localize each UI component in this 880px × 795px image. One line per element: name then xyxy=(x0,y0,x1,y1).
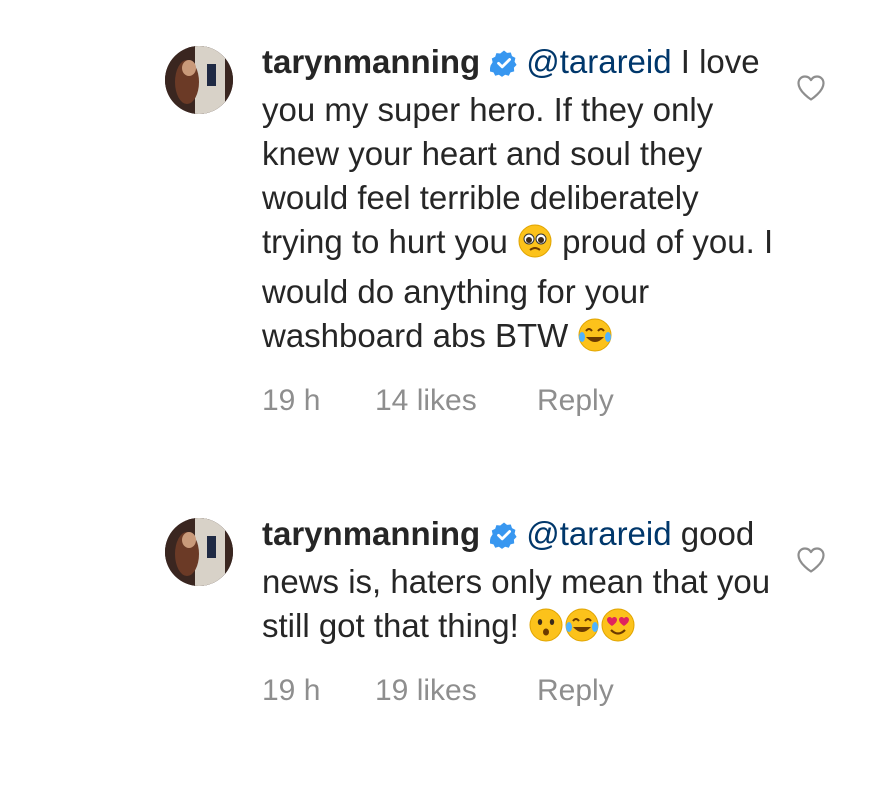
pleading-face-emoji-icon xyxy=(517,223,553,270)
likes-count-link[interactable]: 14 likes xyxy=(375,384,537,418)
tears-of-joy-emoji-icon xyxy=(577,317,613,364)
heart-like-icon[interactable] xyxy=(796,74,826,107)
likes-count-link[interactable]: 19 likes xyxy=(375,674,537,708)
mention-link[interactable]: @tarareid xyxy=(526,43,671,80)
tears-of-joy-emoji-icon xyxy=(564,607,600,654)
username[interactable]: tarynmanning xyxy=(262,43,480,80)
comment-text: tarynmanning @tarareid good news is, hate… xyxy=(262,512,782,654)
username[interactable]: tarynmanning xyxy=(262,515,480,552)
mention-link[interactable]: @tarareid xyxy=(526,515,671,552)
avatar[interactable] xyxy=(165,46,233,114)
comment-timestamp: 19 h xyxy=(262,674,321,707)
verified-badge-icon xyxy=(490,516,518,560)
comment-timestamp: 19 h xyxy=(262,384,321,417)
verified-badge-icon xyxy=(490,44,518,88)
reply-button[interactable]: Reply xyxy=(537,674,614,708)
heart-like-icon[interactable] xyxy=(796,546,826,579)
heart-eyes-emoji-icon xyxy=(600,607,636,654)
reply-button[interactable]: Reply xyxy=(537,384,614,418)
avatar[interactable] xyxy=(165,518,233,586)
comment-text: tarynmanning @tarareid I love you my supe… xyxy=(262,40,782,364)
hushed-face-emoji-icon xyxy=(528,607,564,654)
